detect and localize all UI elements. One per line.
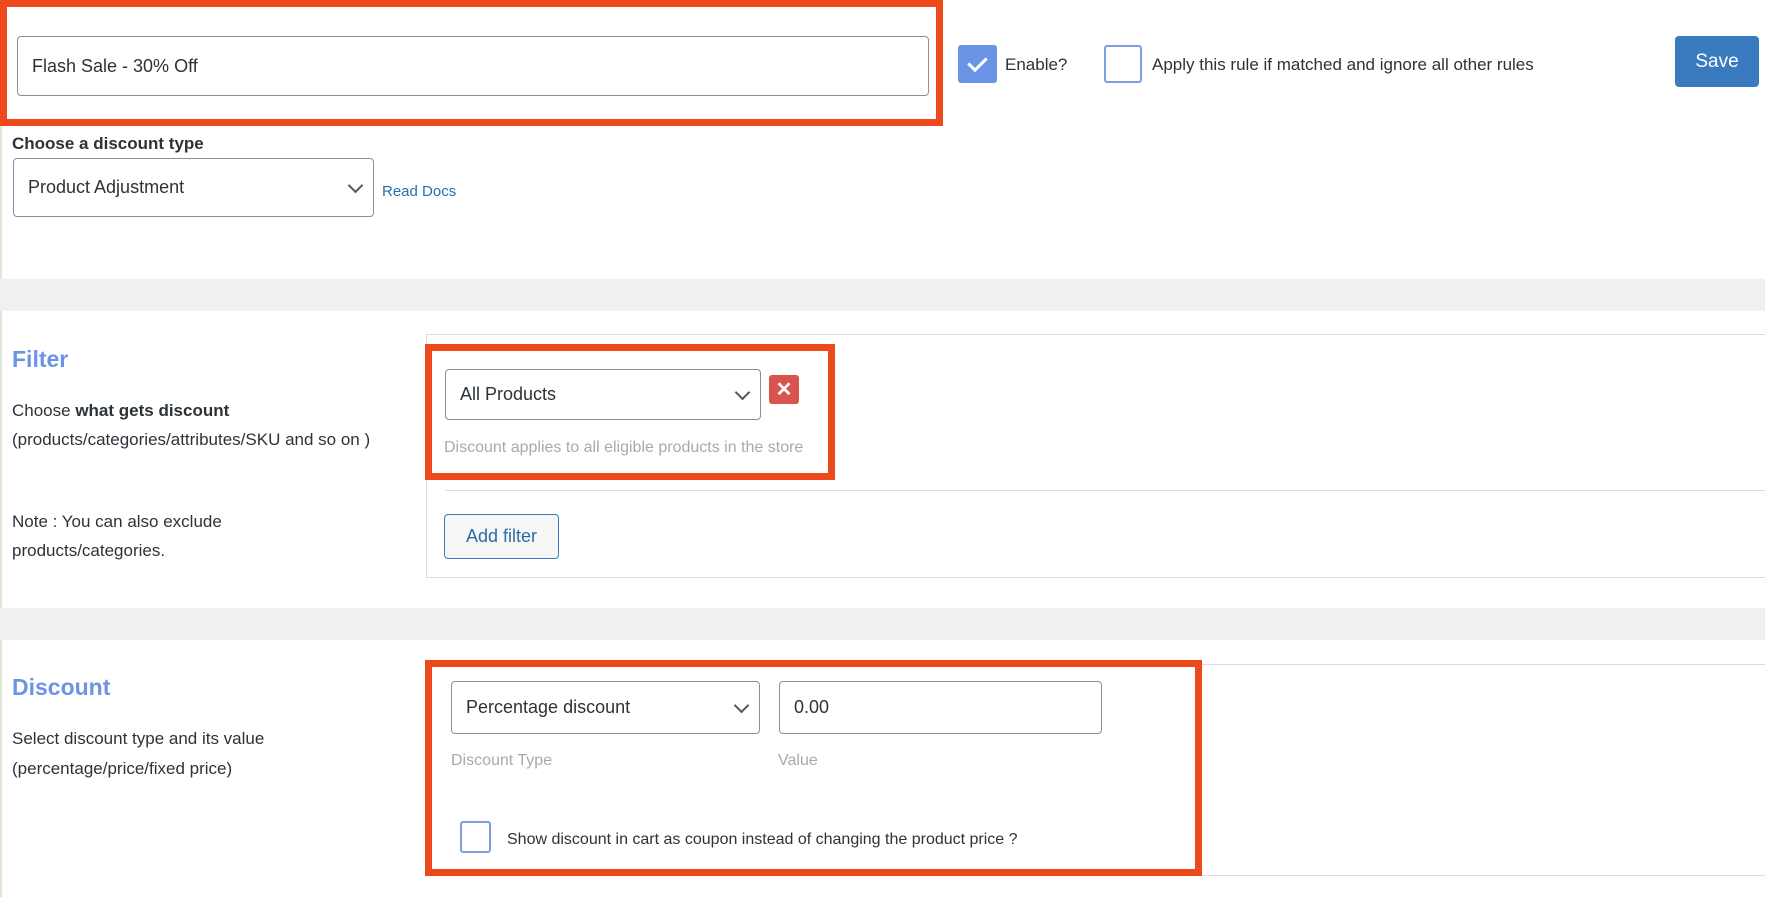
filter-desc-rest: (products/categories/attributes/SKU and … xyxy=(12,430,371,449)
divider xyxy=(445,490,1765,491)
discount-value: 0.00 xyxy=(794,697,830,717)
remove-filter-button[interactable]: ✕ xyxy=(769,375,799,404)
filter-desc-prefix: Choose xyxy=(12,401,76,420)
discount-value-input[interactable]: 0.00 xyxy=(779,681,1102,734)
rule-title-input[interactable]: Flash Sale - 30% Off xyxy=(17,36,929,96)
read-docs-link[interactable]: Read Docs xyxy=(382,183,456,200)
left-border xyxy=(0,0,2,897)
filter-selected: All Products xyxy=(460,384,557,404)
section-separator xyxy=(0,608,1765,640)
close-icon: ✕ xyxy=(775,379,793,401)
exclusive-rule-checkbox[interactable] xyxy=(1104,45,1142,83)
section-separator xyxy=(0,279,1765,311)
chevron-down-icon xyxy=(733,697,750,713)
rule-title-value: Flash Sale - 30% Off xyxy=(32,55,198,76)
filter-heading: Filter xyxy=(12,346,69,372)
exclusive-rule-label: Apply this rule if matched and ignore al… xyxy=(1152,55,1534,74)
check-icon xyxy=(967,51,988,73)
coupon-label: Show discount in cart as coupon instead … xyxy=(507,831,1018,848)
chevron-down-icon xyxy=(347,177,364,193)
discount-type-label: Choose a discount type xyxy=(12,134,204,153)
discount-method-selected: Percentage discount xyxy=(466,697,631,717)
filter-type-select[interactable]: All Products xyxy=(445,369,761,420)
discount-method-select[interactable]: Percentage discount xyxy=(451,681,760,734)
filter-hint: Discount applies to all eligible product… xyxy=(444,439,804,456)
discount-heading: Discount xyxy=(12,674,111,700)
filter-note: Note : You can also exclude products/cat… xyxy=(12,512,222,560)
filter-desc-bold: what gets discount xyxy=(75,401,230,420)
filter-description: Choose what gets discount (products/categ… xyxy=(12,396,412,454)
chevron-down-icon xyxy=(734,384,751,400)
value-caption: Value xyxy=(778,752,818,769)
enable-label: Enable? xyxy=(1005,55,1068,74)
discount-type-select[interactable]: Product Adjustment xyxy=(13,158,374,217)
coupon-checkbox[interactable] xyxy=(460,821,491,853)
discount-type-selected: Product Adjustment xyxy=(28,177,185,197)
add-filter-button[interactable]: Add filter xyxy=(444,514,559,559)
enable-checkbox[interactable] xyxy=(958,45,997,83)
save-button[interactable]: Save xyxy=(1675,36,1759,87)
discount-type-caption: Discount Type xyxy=(451,752,553,769)
discount-description: Select discount type and its value (perc… xyxy=(12,729,265,778)
